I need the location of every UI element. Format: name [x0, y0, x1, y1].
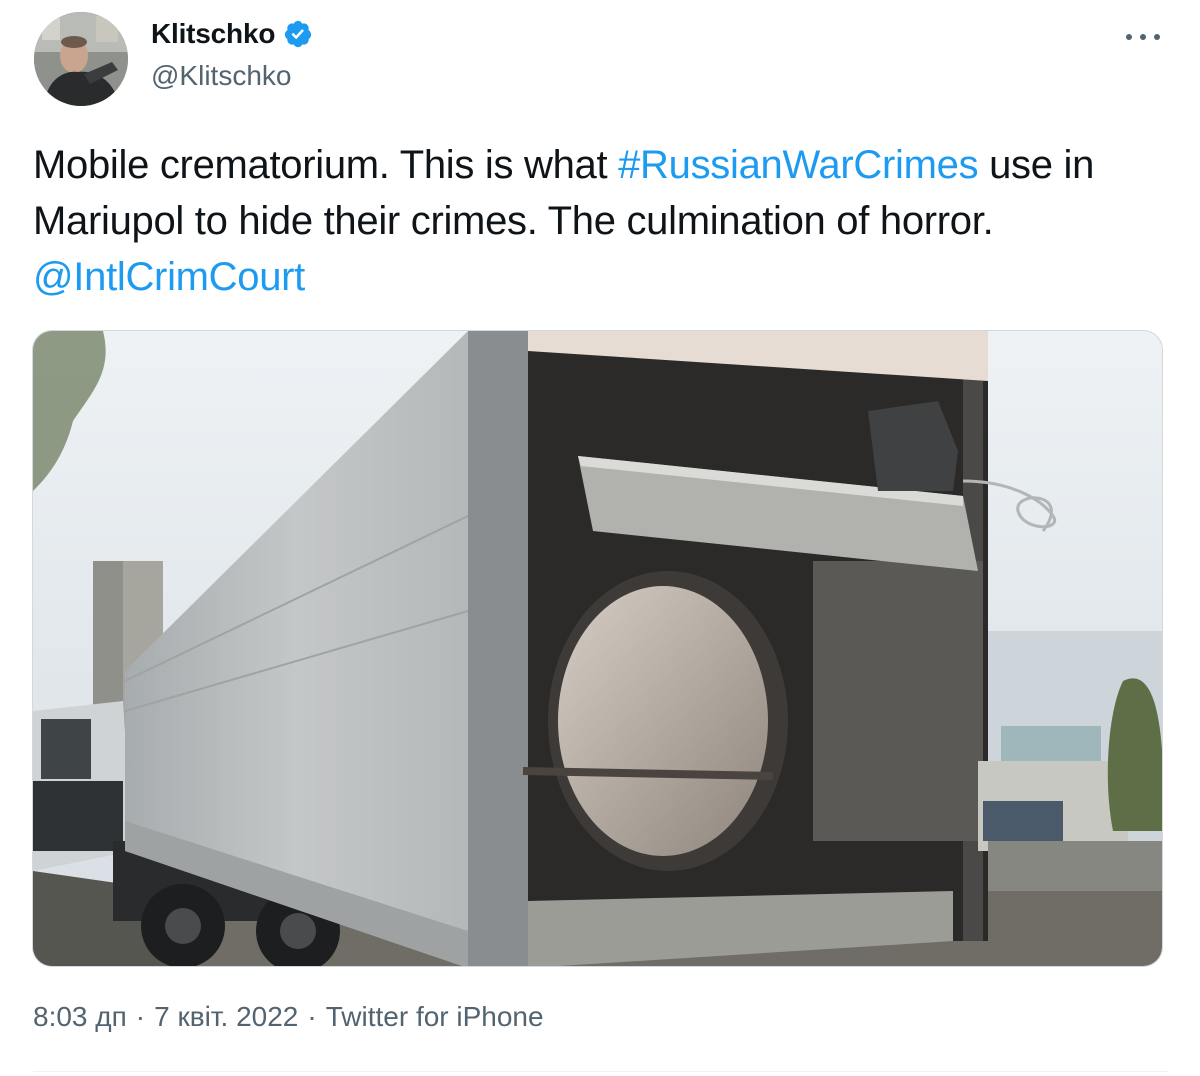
author-display-name[interactable]: Klitschko	[151, 18, 275, 50]
tweet-source[interactable]: Twitter for iPhone	[326, 1001, 544, 1033]
tweet-meta: 8:03 дп · 7 квіт. 2022 · Twitter for iPh…	[33, 1001, 544, 1033]
tweet-text-segment: Mobile crematorium. This is what	[33, 143, 619, 187]
tweet-card: Klitschko @Klitschko Mobile crematorium.…	[0, 0, 1200, 1076]
author-name-row[interactable]: Klitschko	[151, 18, 313, 50]
tweet-photo[interactable]	[32, 330, 1163, 967]
divider	[33, 1071, 1168, 1072]
more-dot	[1126, 34, 1132, 40]
verified-badge-icon	[285, 20, 312, 48]
mobile-crematorium-truck-photo	[33, 331, 1162, 966]
meta-separator: ·	[307, 1001, 317, 1032]
tweet-date[interactable]: 7 квіт. 2022	[154, 1001, 298, 1033]
hashtag-link[interactable]: #RussianWarCrimes	[618, 143, 978, 187]
mention-link[interactable]: @IntlCrimCourt	[33, 255, 305, 299]
tweet-text: Mobile crematorium. This is what #Russia…	[33, 137, 1168, 305]
more-dot	[1154, 34, 1160, 40]
author-handle[interactable]: @Klitschko	[151, 60, 291, 92]
more-dot	[1140, 34, 1146, 40]
avatar-photo	[34, 12, 128, 106]
avatar[interactable]	[34, 12, 128, 106]
meta-separator: ·	[135, 1001, 146, 1032]
more-horizontal-icon[interactable]	[1120, 22, 1166, 52]
tweet-time[interactable]: 8:03 дп	[33, 1001, 127, 1033]
